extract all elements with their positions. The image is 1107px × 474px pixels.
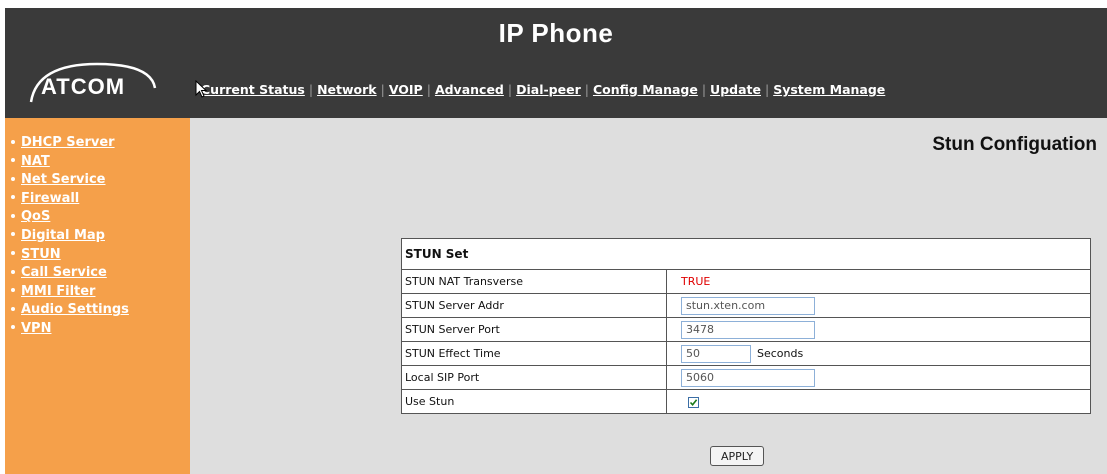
- bullet-icon: [11, 158, 15, 163]
- nav-dial-peer[interactable]: Dial-peer: [516, 82, 581, 97]
- main-content: Stun Configuation STUN Set STUN NAT Tran…: [190, 118, 1107, 474]
- sidebar-item-qos[interactable]: QoS: [11, 208, 190, 227]
- server-addr-label: STUN Server Addr: [401, 293, 667, 318]
- sidebar-item-audio-settings[interactable]: Audio Settings: [11, 301, 190, 320]
- sidebar-item-mmi-filter[interactable]: MMI Filter: [11, 283, 190, 302]
- sidebar: DHCP Server NAT Net Service Firewall QoS…: [5, 118, 190, 474]
- atcom-logo: ATCOM: [27, 58, 157, 110]
- table-row: STUN Server Port: [401, 317, 1091, 342]
- server-port-input[interactable]: [681, 320, 815, 339]
- top-nav: Current Status | Network | VOIP | Advanced | Dia…: [201, 82, 886, 97]
- table-row: STUN Server Addr: [401, 293, 1091, 318]
- bullet-icon: [11, 325, 15, 330]
- sidebar-item-stun[interactable]: STUN: [11, 246, 190, 265]
- effect-time-input[interactable]: [681, 344, 751, 363]
- bullet-icon: [11, 176, 15, 181]
- sip-port-label: Local SIP Port: [401, 365, 667, 390]
- sidebar-item-dhcp-server[interactable]: DHCP Server: [11, 134, 190, 153]
- nav-update[interactable]: Update: [710, 82, 761, 97]
- app-title: IP Phone: [498, 18, 614, 48]
- effect-time-label: STUN Effect Time: [401, 341, 667, 366]
- bullet-icon: [11, 213, 15, 218]
- sidebar-item-digital-map[interactable]: Digital Map: [11, 227, 190, 246]
- apply-button[interactable]: APPLY: [710, 446, 765, 466]
- server-addr-input[interactable]: [681, 296, 815, 315]
- nat-transverse-label: STUN NAT Transverse: [401, 269, 667, 294]
- bullet-icon: [11, 195, 15, 200]
- nat-transverse-value: TRUE: [681, 275, 711, 288]
- sidebar-item-firewall[interactable]: Firewall: [11, 190, 190, 209]
- nav-voip[interactable]: VOIP: [389, 82, 423, 97]
- check-icon: [689, 398, 698, 406]
- table-header-row: STUN Set: [401, 238, 1091, 270]
- bullet-icon: [11, 269, 15, 274]
- nav-current-status[interactable]: Current Status: [201, 82, 305, 97]
- nav-network[interactable]: Network: [317, 82, 377, 97]
- table-header: STUN Set: [401, 238, 1091, 270]
- nav-advanced[interactable]: Advanced: [435, 82, 504, 97]
- bullet-icon: [11, 232, 15, 237]
- mouse-pointer-icon: [195, 80, 207, 98]
- sidebar-item-vpn[interactable]: VPN: [11, 320, 190, 339]
- table-row: Local SIP Port: [401, 365, 1091, 390]
- header-bar: IP Phone ATCOM Current Status | Network | VO…: [5, 8, 1107, 118]
- bullet-icon: [11, 306, 15, 311]
- table-row: Use Stun: [401, 389, 1091, 414]
- bullet-icon: [11, 288, 15, 293]
- bullet-icon: [11, 139, 15, 144]
- bullet-icon: [11, 251, 15, 256]
- page-title: Stun Configuation: [932, 134, 1097, 155]
- nav-config-manage[interactable]: Config Manage: [593, 82, 698, 97]
- use-stun-checkbox[interactable]: [688, 396, 699, 408]
- table-row: STUN NAT Transverse TRUE: [401, 269, 1091, 294]
- stun-settings-table: STUN Set STUN NAT Transverse TRUE STUN S…: [401, 238, 1091, 414]
- sidebar-item-net-service[interactable]: Net Service: [11, 171, 190, 190]
- sidebar-item-nat[interactable]: NAT: [11, 153, 190, 172]
- sip-port-input[interactable]: [681, 368, 815, 387]
- table-row: STUN Effect Time Seconds: [401, 341, 1091, 366]
- sidebar-item-call-service[interactable]: Call Service: [11, 264, 190, 283]
- effect-time-unit: Seconds: [757, 347, 804, 360]
- server-port-label: STUN Server Port: [401, 317, 667, 342]
- use-stun-label: Use Stun: [401, 389, 667, 414]
- nav-system-manage[interactable]: System Manage: [773, 82, 885, 97]
- logo-text: ATCOM: [41, 74, 126, 99]
